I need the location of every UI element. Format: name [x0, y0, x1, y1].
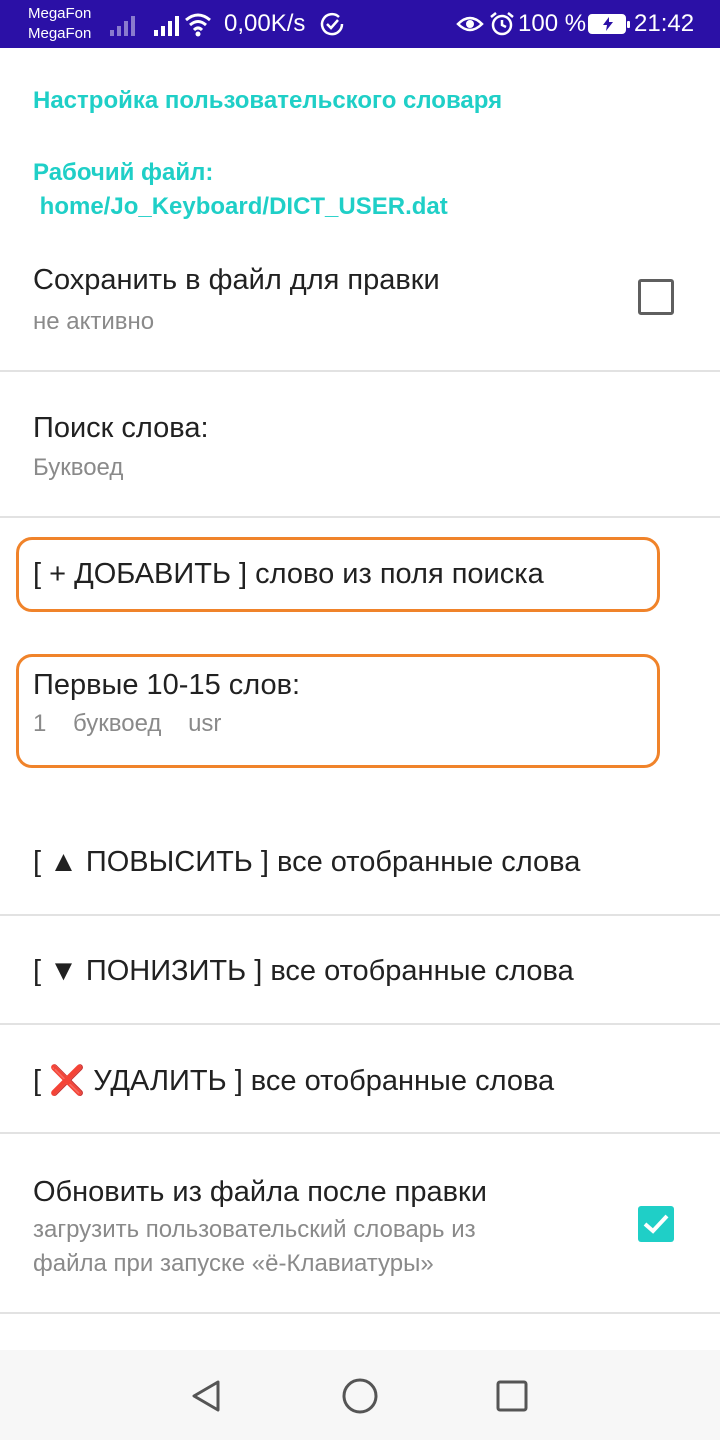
signal-weak-icon	[110, 12, 135, 36]
net-speed: 0,00K/s	[224, 10, 306, 37]
sync-check-icon	[320, 12, 344, 36]
checkmark-icon	[643, 1214, 669, 1234]
divider	[0, 1312, 720, 1314]
divider	[0, 370, 720, 372]
refresh-from-file-checkbox[interactable]	[638, 1206, 674, 1242]
delete-words-button[interactable]: [ ❌ УДАЛИТЬ ] все отобранные слова	[0, 1025, 720, 1132]
wifi-icon	[185, 13, 211, 37]
home-icon[interactable]	[340, 1376, 380, 1416]
pref-search-word[interactable]: Поиск слова: Буквоед	[0, 396, 720, 516]
pref-title: [ ▲ ПОВЫСИТЬ ] все отобранные слова	[33, 846, 581, 878]
recents-icon[interactable]	[492, 1376, 532, 1416]
pref-summary-line-1: загрузить пользовательский словарь из	[33, 1216, 476, 1243]
pref-title: Поиск слова:	[33, 412, 209, 444]
battery-charging-icon	[588, 14, 630, 34]
pref-title: [ + ДОБАВИТЬ ] слово из поля поиска	[33, 558, 544, 590]
word-list-entry: 1 буквоед usr	[33, 710, 222, 737]
signal-full-icon	[154, 12, 179, 36]
navigation-bar	[0, 1350, 720, 1440]
working-file-label: Рабочий файл:	[33, 159, 214, 186]
pref-summary-line-2: файла при запуске «ё-Клавиатуры»	[33, 1250, 434, 1277]
alarm-icon	[490, 12, 514, 36]
divider	[0, 516, 720, 518]
category-title: Настройка пользовательского словаря	[33, 87, 503, 114]
working-file-path: home/Jo_Keyboard/DICT_USER.dat	[33, 193, 448, 220]
carrier-2: MegaFon	[28, 25, 92, 42]
carrier-1: MegaFon	[28, 5, 92, 22]
add-word-button[interactable]: [ + ДОБАВИТЬ ] слово из поля поиска	[0, 537, 720, 612]
raise-words-button[interactable]: [ ▲ ПОВЫСИТЬ ] все отобранные слова	[0, 808, 720, 914]
carrier-names: MegaFon MegaFon	[28, 4, 91, 44]
clock: 21:42	[634, 10, 695, 37]
pref-title: Обновить из файла после правки	[33, 1176, 487, 1208]
pref-summary: не активно	[33, 308, 155, 335]
status-bar: MegaFon MegaFon 0,00K/s 100 % 21:42	[0, 0, 720, 48]
battery-percent: 100 %	[518, 10, 587, 37]
eye-icon	[456, 16, 484, 32]
pref-title: Первые 10-15 слов:	[33, 669, 301, 701]
pref-summary: Буквоед	[33, 454, 124, 481]
pref-title: [ ▼ ПОНИЗИТЬ ] все отобранные слова	[33, 955, 574, 987]
pref-refresh-from-file[interactable]: Обновить из файла после правки загрузить…	[0, 1134, 720, 1312]
pref-title: Сохранить в файл для правки	[33, 264, 440, 296]
save-to-file-checkbox[interactable]	[638, 279, 674, 315]
pref-title: [ ❌ УДАЛИТЬ ] все отобранные слова	[33, 1065, 555, 1097]
back-icon[interactable]	[186, 1376, 226, 1416]
lower-words-button[interactable]: [ ▼ ПОНИЗИТЬ ] все отобранные слова	[0, 916, 720, 1023]
pref-first-words[interactable]: Первые 10-15 слов: 1 буквоед usr	[0, 654, 720, 768]
pref-save-to-file[interactable]: Сохранить в файл для правки не активно	[0, 248, 720, 370]
